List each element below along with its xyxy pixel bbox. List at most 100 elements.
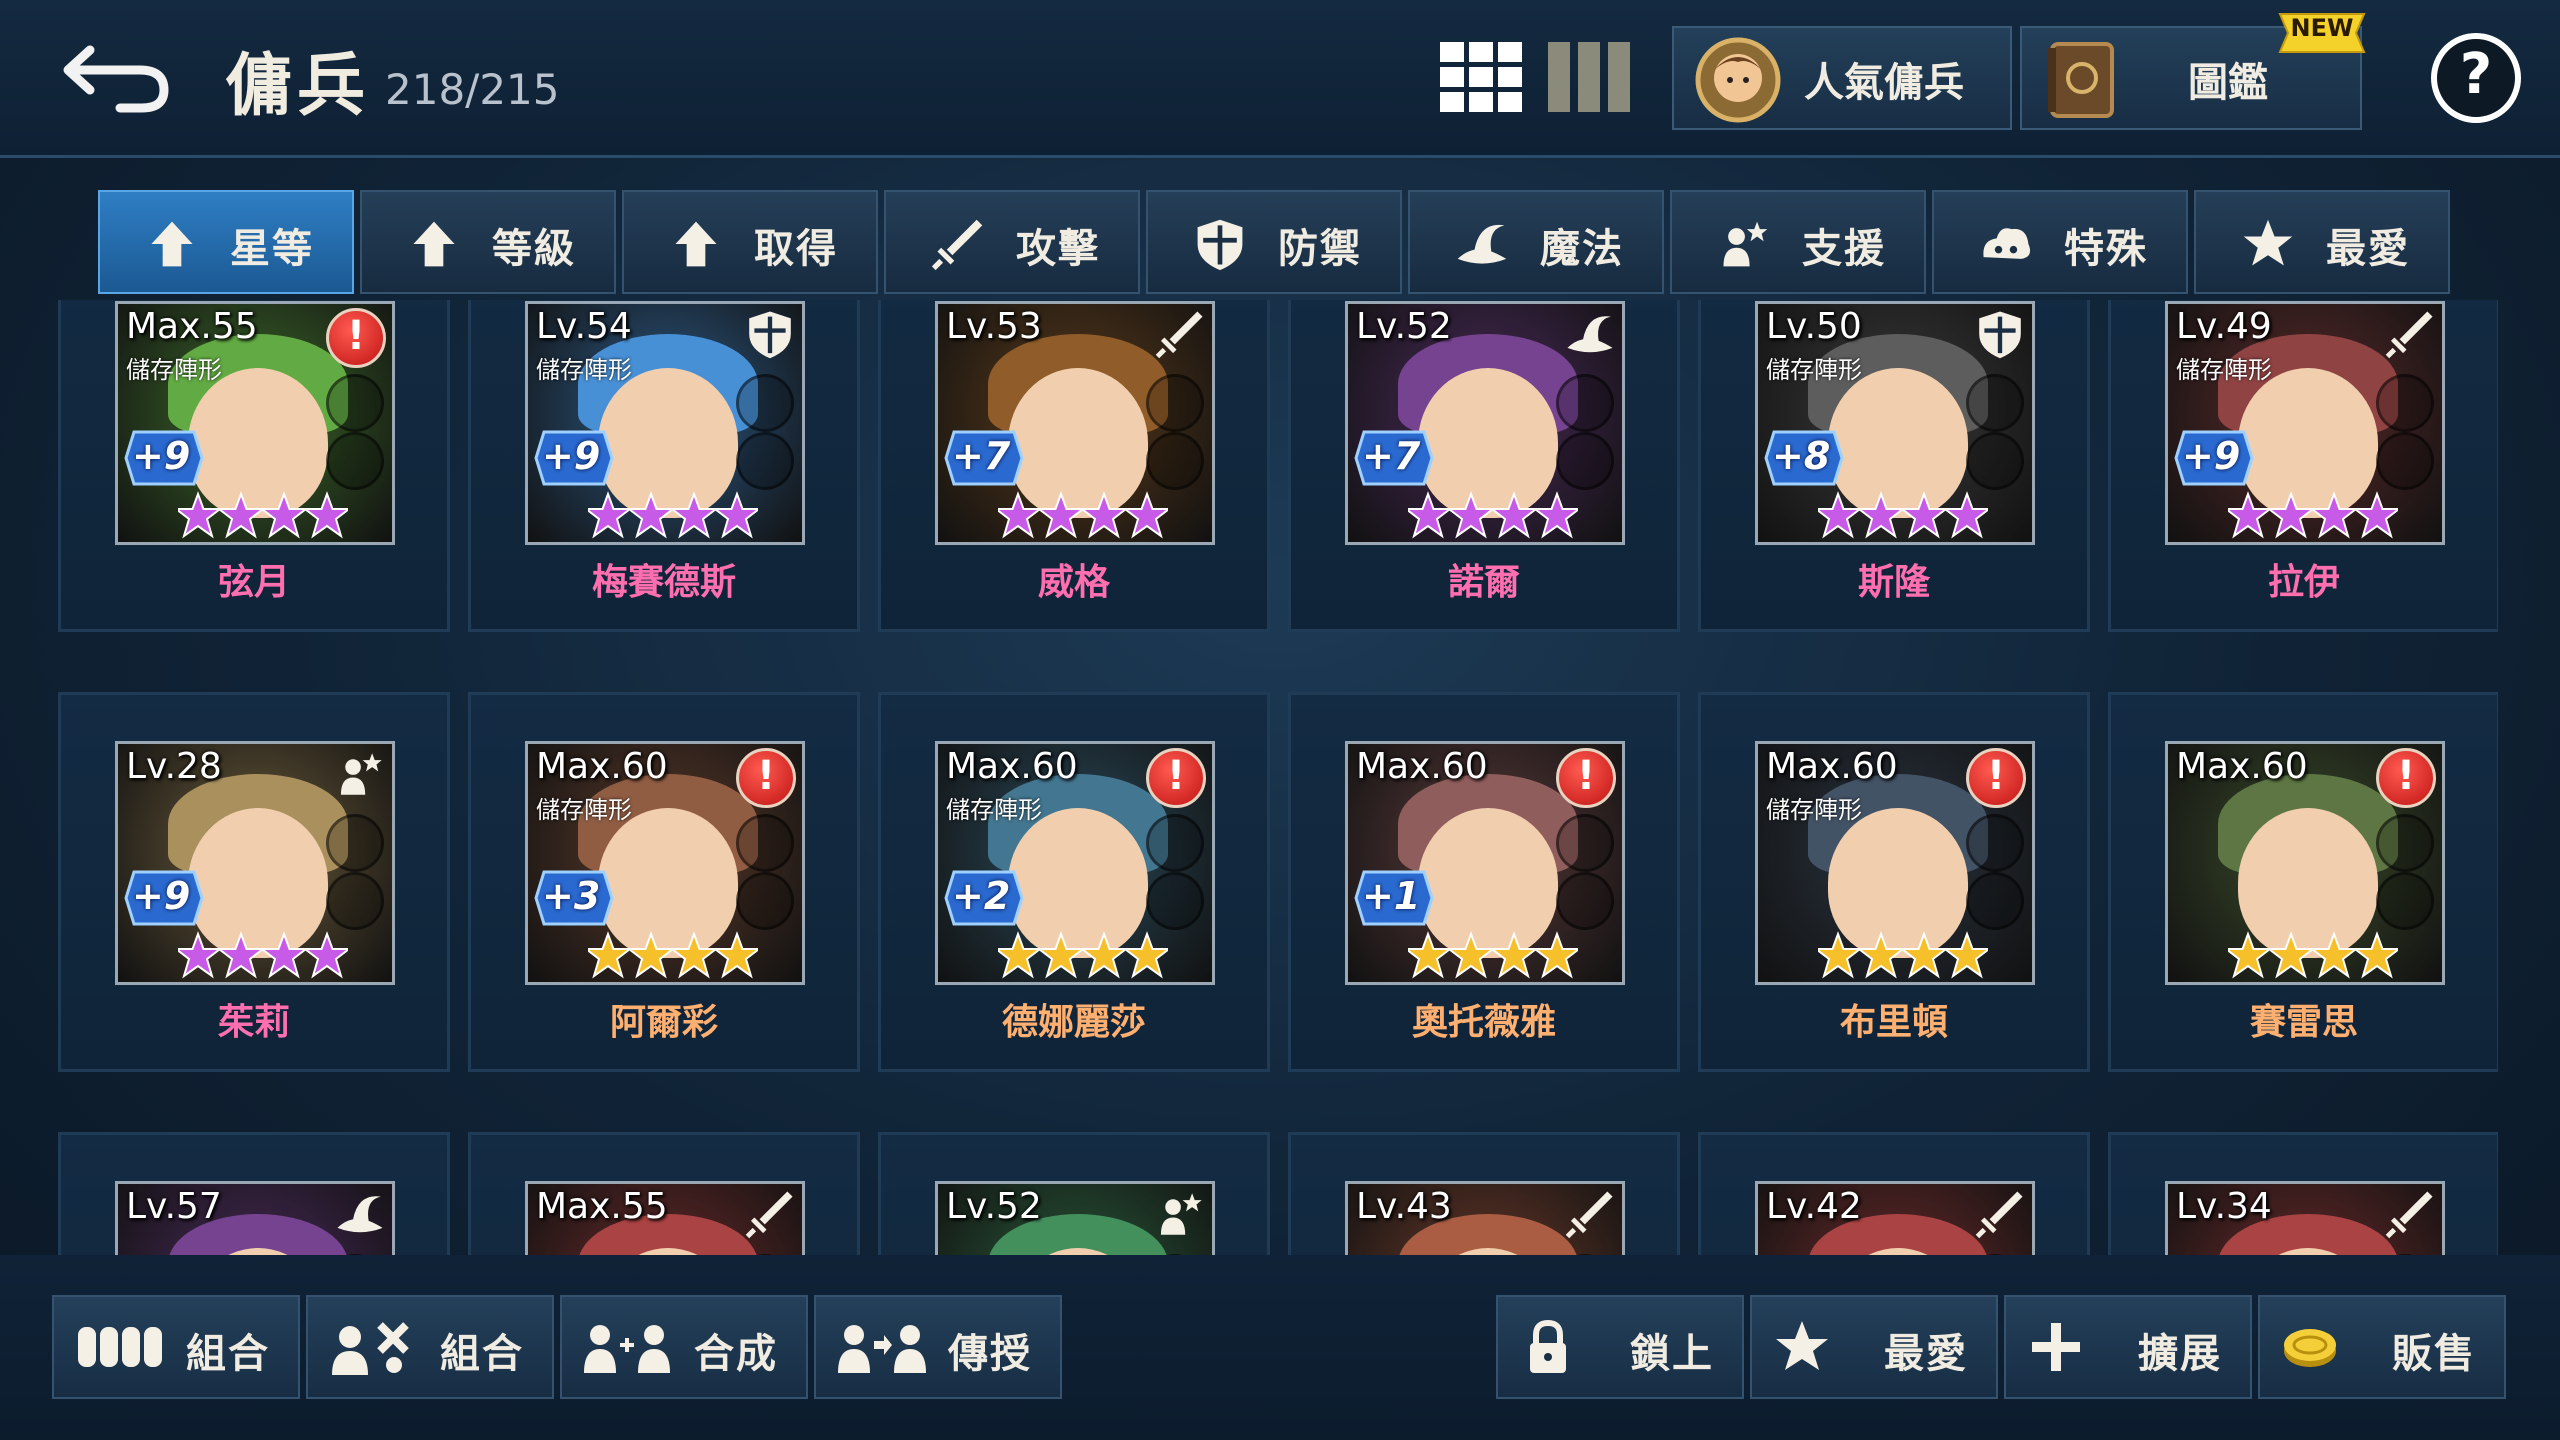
up-arrow-icon: [151, 221, 193, 267]
enhance-badge-icon: [124, 430, 204, 486]
formation-tag: 儲存陣形: [536, 796, 632, 824]
bottom-button-label: 合成: [694, 1331, 778, 1377]
bottom-button-4[interactable]: 鎖上: [1496, 1295, 1744, 1399]
hero-name: 弦月: [217, 562, 290, 603]
tab-5[interactable]: 魔法: [1408, 190, 1664, 294]
bottom-button-5[interactable]: 最愛: [1750, 1295, 1998, 1399]
wizard-hat-icon: [337, 1196, 383, 1233]
mercenary-card[interactable]: Lv.52 +7 諾爾: [1288, 300, 1680, 632]
hero-portrait: Max.55: [525, 1181, 805, 1255]
bottom-button-label: 組合: [440, 1331, 524, 1377]
mercenary-count: 218/215: [385, 65, 560, 114]
star-rating: [588, 491, 758, 539]
mercenary-card[interactable]: Lv.43: [1288, 1132, 1680, 1255]
shield-icon: [749, 311, 791, 359]
bottom-button-3[interactable]: 傳授: [814, 1295, 1062, 1399]
bottom-button-label: 最愛: [1884, 1331, 1968, 1377]
popular-mercenary-button[interactable]: 人氣傭兵: [1672, 26, 2012, 130]
tab-label: 魔法: [1540, 226, 1624, 272]
bottom-button-0[interactable]: 組合: [52, 1295, 300, 1399]
mercenary-card[interactable]: Lv.42: [1698, 1132, 2090, 1255]
mercenary-card[interactable]: Max.55 儲存陣形 +9 ! 弦月: [58, 300, 450, 632]
mercenary-card[interactable]: Max.55: [468, 1132, 860, 1255]
popular-mercenary-label: 人氣傭兵: [1804, 60, 1964, 106]
tab-label: 星等: [230, 226, 314, 272]
hero-portrait: Lv.57: [115, 1181, 395, 1255]
hero-level: Lv.43: [1356, 1186, 1452, 1227]
tab-0[interactable]: 星等: [98, 190, 354, 294]
bottom-button-7[interactable]: 販售: [2258, 1295, 2506, 1399]
bottom-button-label: 鎖上: [1630, 1331, 1714, 1377]
hero-level: Lv.52: [946, 1186, 1042, 1227]
enhance-badge-icon: [1354, 870, 1434, 926]
hero-portrait: Lv.34: [2165, 1181, 2445, 1255]
hero-level: Max.55: [536, 1186, 668, 1227]
hero-portrait: Lv.54 儲存陣形 +9: [525, 301, 805, 545]
bottom-button-1[interactable]: 組合: [306, 1295, 554, 1399]
sword-icon: [2385, 311, 2433, 359]
hero-level: Lv.49: [2176, 306, 2272, 347]
tab-7[interactable]: 特殊: [1932, 190, 2188, 294]
hero-level: Lv.34: [2176, 1186, 2272, 1227]
star-rating: [178, 931, 348, 979]
mercenary-grid[interactable]: Max.55 儲存陣形 +9 ! 弦月 Lv.54 儲存陣形 +9 梅賽德斯 L…: [58, 300, 2498, 1255]
mercenary-card[interactable]: Lv.49 儲存陣形 +9 拉伊: [2108, 300, 2498, 632]
transfer-icon: [838, 1325, 926, 1373]
tab-label: 特殊: [2064, 226, 2148, 272]
hero-level: Lv.53: [946, 306, 1042, 347]
mercenary-card[interactable]: Lv.54 儲存陣形 +9 梅賽德斯: [468, 300, 860, 632]
codex-label: 圖鑑: [2188, 60, 2268, 106]
hero-portrait: Max.60 !: [2165, 741, 2445, 985]
hero-portrait: Lv.53 +7: [935, 301, 1215, 545]
tab-2[interactable]: 取得: [622, 190, 878, 294]
tab-3[interactable]: 攻擊: [884, 190, 1140, 294]
hero-portrait: Lv.28 +9: [115, 741, 395, 985]
hero-name: 諾爾: [1447, 562, 1520, 603]
wizard-hat-icon: [1457, 224, 1507, 264]
star-rating: [1408, 491, 1578, 539]
up-arrow-icon: [413, 221, 455, 267]
star-rating: [1818, 491, 1988, 539]
enhance-badge-icon: [944, 430, 1024, 486]
mercenary-card[interactable]: Lv.57: [58, 1132, 450, 1255]
tab-8[interactable]: 最愛: [2194, 190, 2450, 294]
bottom-button-2[interactable]: 合成: [560, 1295, 808, 1399]
mercenary-card[interactable]: Lv.52: [878, 1132, 1270, 1255]
help-button[interactable]: ?: [2430, 32, 2522, 124]
back-button[interactable]: [60, 28, 180, 118]
tab-label: 支援: [1802, 226, 1886, 272]
mercenary-card[interactable]: Lv.34: [2108, 1132, 2498, 1255]
alert-icon: !: [736, 748, 796, 808]
bottom-button-label: 擴展: [2138, 1331, 2222, 1377]
wizard-hat-icon: [1567, 316, 1613, 353]
enhance-badge-icon: [944, 870, 1024, 926]
formation-tag: 儲存陣形: [2176, 356, 2272, 384]
hero-level: Max.60: [536, 746, 668, 787]
combine-icon: [332, 1322, 409, 1375]
star-rating: [178, 491, 348, 539]
mercenary-card[interactable]: Max.60 儲存陣形 ! 布里頓: [1698, 692, 2090, 1072]
star-icon: [1776, 1321, 1828, 1370]
hero-portrait: Lv.52: [935, 1181, 1215, 1255]
grid-view-toggle[interactable]: [1440, 42, 1522, 112]
mercenary-card[interactable]: Max.60 ! 賽雷思: [2108, 692, 2498, 1072]
tab-6[interactable]: 支援: [1670, 190, 1926, 294]
support-icon: [1723, 221, 1768, 267]
mercenary-card[interactable]: Lv.50 儲存陣形 +8 斯隆: [1698, 300, 2090, 632]
enhance-badge-icon: [124, 870, 204, 926]
tab-1[interactable]: 等級: [360, 190, 616, 294]
group-icon: [78, 1327, 162, 1367]
sword-icon: [2385, 1191, 2433, 1239]
mercenary-card[interactable]: Lv.28 +9 茱莉: [58, 692, 450, 1072]
top-bar: 傭兵 218/215 人氣傭兵 圖鑑 NEW ?: [0, 0, 2560, 158]
mercenary-card[interactable]: Lv.53 +7 威格: [878, 300, 1270, 632]
bottom-button-6[interactable]: 擴展: [2004, 1295, 2252, 1399]
mercenary-card[interactable]: Max.60 儲存陣形 +2 ! 德娜麗莎: [878, 692, 1270, 1072]
mercenary-card[interactable]: Max.60 +1 ! 奧托薇雅: [1288, 692, 1680, 1072]
mercenary-card[interactable]: Max.60 儲存陣形 +3 ! 阿爾彩: [468, 692, 860, 1072]
enhance-badge-icon: [2174, 430, 2254, 486]
column-view-toggle[interactable]: [1548, 42, 1630, 112]
alert-icon: !: [1556, 748, 1616, 808]
tab-4[interactable]: 防禦: [1146, 190, 1402, 294]
tab-label: 最愛: [2326, 226, 2410, 272]
